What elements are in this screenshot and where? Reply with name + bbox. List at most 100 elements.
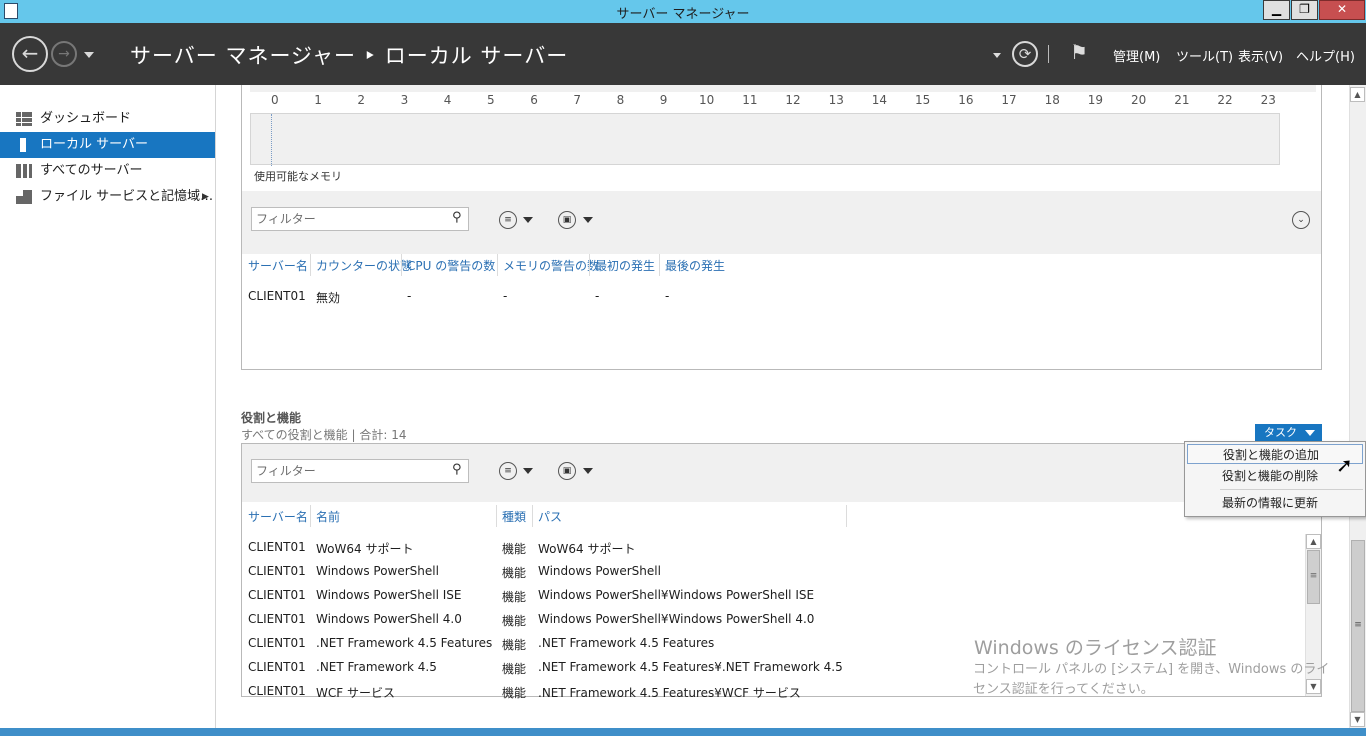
notifications-flag-icon[interactable]: ⚑: [1070, 40, 1088, 64]
hour-tick-label: 14: [871, 93, 888, 107]
column-header[interactable]: サーバー名: [248, 508, 308, 525]
hour-tick-label: 12: [785, 93, 801, 107]
scroll-thumb[interactable]: ≡: [1307, 550, 1320, 604]
collapse-icon[interactable]: ⌄: [1292, 211, 1310, 229]
scroll-up-icon[interactable]: ▲: [1306, 534, 1321, 549]
title-bar: サーバー マネージャー ▁ ❐ ✕: [0, 0, 1366, 23]
close-button[interactable]: ✕: [1319, 0, 1365, 20]
scroll-down-icon[interactable]: ▼: [1350, 712, 1365, 727]
column-header[interactable]: サーバー名: [248, 257, 308, 274]
table-cell: CLIENT01: [248, 289, 306, 303]
memory-label: 使用可能なメモリ: [254, 170, 342, 183]
column-header[interactable]: CPU の警告の数: [407, 257, 495, 274]
hour-tick-label: 2: [357, 93, 366, 107]
minimize-button[interactable]: ▁: [1263, 0, 1290, 20]
forward-icon[interactable]: →: [51, 41, 77, 67]
menu-manage[interactable]: 管理(M): [1113, 46, 1160, 65]
activation-watermark-line1: コントロール パネルの [システム] を開き、Windows のライ: [973, 662, 1330, 677]
table-row[interactable]: CLIENT01 Windows PowerShell 4.0 機能 Windows …: [242, 612, 1302, 632]
table-row[interactable]: CLIENT01 Windows PowerShell ISE 機能 Windows …: [242, 588, 1302, 608]
save-query-icon[interactable]: ▣: [558, 462, 576, 480]
table-cell: Windows PowerShell¥Windows PowerShell 4.…: [538, 612, 815, 626]
taskbar: [0, 728, 1366, 736]
table-cell: -: [595, 289, 600, 303]
search-icon[interactable]: ⚲: [452, 462, 462, 477]
expand-arrow-icon[interactable]: ▶: [202, 184, 209, 210]
refresh-icon[interactable]: ⟳: [1012, 41, 1038, 67]
hour-tick-label: 16: [958, 93, 974, 107]
column-header[interactable]: 名前: [316, 508, 340, 525]
tasks-dropdown-icon: [1305, 430, 1315, 436]
table-cell: Windows PowerShell 4.0: [316, 612, 462, 626]
column-header[interactable]: カウンターの状態: [316, 257, 412, 274]
table-cell: 機能: [502, 542, 527, 556]
menu-view[interactable]: 表示(V): [1238, 46, 1283, 65]
hour-tick-label: 22: [1217, 93, 1233, 107]
table-cell: .NET Framework 4.5 Features¥.NET Framewo…: [538, 660, 843, 674]
column-separator: [497, 254, 498, 276]
maximize-button[interactable]: ❐: [1291, 0, 1318, 20]
menu-tools[interactable]: ツール(T): [1176, 46, 1233, 65]
hour-tick-label: 11: [742, 93, 758, 107]
menu-item-refresh[interactable]: 最新の情報に更新: [1187, 493, 1363, 513]
table-row[interactable]: CLIENT01 WoW64 サポート 機能 WoW64 サポート: [242, 540, 1302, 560]
save-query-dropdown-icon[interactable]: [583, 468, 593, 474]
window-title: サーバー マネージャー: [616, 7, 750, 22]
refresh-dropdown-icon[interactable]: [993, 53, 1001, 58]
column-separator: [846, 505, 847, 527]
save-query-icon[interactable]: ▣: [558, 211, 576, 229]
sidebar-item-file-services[interactable]: ファイル サービスと記憶域… ▶: [0, 184, 215, 210]
column-separator: [310, 505, 311, 527]
performance-filter-input[interactable]: フィルター: [251, 207, 469, 231]
table-cell: 機能: [502, 590, 527, 604]
hour-tick-label: 6: [530, 93, 538, 107]
column-header[interactable]: パス: [538, 508, 562, 525]
column-header[interactable]: 最後の発生: [665, 257, 725, 274]
sidebar-item-local-server[interactable]: ローカル サーバー: [0, 132, 215, 158]
column-separator: [401, 254, 402, 276]
hour-tick-label: 17: [1001, 93, 1017, 107]
main-scrollbar[interactable]: ▲ ≡ ▼: [1349, 85, 1366, 728]
table-cell: -: [665, 289, 670, 303]
list-options-dropdown-icon[interactable]: [523, 468, 533, 474]
table-cell: 機能: [502, 686, 527, 700]
hour-tick-label: 10: [699, 93, 715, 107]
table-cell: CLIENT01: [248, 564, 306, 578]
sidebar-item-label: すべてのサーバー: [40, 163, 143, 178]
hour-tick-label: 20: [1131, 93, 1147, 107]
table-cell: CLIENT01: [248, 660, 306, 674]
hour-tick-label: 7: [573, 93, 582, 107]
column-separator: [659, 254, 660, 276]
hour-tick-label: 21: [1174, 93, 1190, 107]
scroll-down-icon[interactable]: ▼: [1306, 679, 1321, 694]
list-options-icon[interactable]: ≡: [499, 462, 517, 480]
sidebar-item-dashboard[interactable]: ダッシュボード: [0, 106, 215, 132]
column-separator: [496, 505, 497, 527]
column-header[interactable]: メモリの警告の数: [503, 257, 599, 274]
breadcrumb: サーバー マネージャー ‣ ローカル サーバー: [130, 44, 569, 68]
file-services-icon: [16, 190, 32, 204]
column-header[interactable]: 最初の発生: [595, 257, 655, 274]
search-icon[interactable]: ⚲: [452, 210, 462, 225]
hour-tick-label: 18: [1044, 93, 1060, 107]
list-options-icon[interactable]: ≡: [499, 211, 517, 229]
save-query-dropdown-icon[interactable]: [583, 217, 593, 223]
table-row[interactable]: CLIENT01 Windows PowerShell 機能 Windows Powe…: [242, 564, 1302, 584]
list-options-dropdown-icon[interactable]: [523, 217, 533, 223]
scroll-thumb[interactable]: ≡: [1351, 540, 1365, 712]
scroll-up-icon[interactable]: ▲: [1350, 87, 1365, 102]
column-separator: [589, 254, 590, 276]
column-header[interactable]: 種類: [502, 508, 526, 525]
hour-tick-label: 15: [915, 93, 931, 107]
roles-filter-input[interactable]: フィルター: [251, 459, 469, 483]
history-dropdown-icon[interactable]: [84, 52, 94, 58]
tasks-button[interactable]: タスク: [1255, 424, 1322, 441]
table-cell: CLIENT01: [248, 540, 306, 554]
hour-tick-label: 13: [828, 93, 844, 107]
table-cell: Windows PowerShell¥Windows PowerShell IS…: [538, 588, 815, 602]
sidebar-item-all-servers[interactable]: すべてのサーバー: [0, 158, 215, 184]
table-cell: .NET Framework 4.5 Features: [316, 636, 493, 650]
menu-help[interactable]: ヘルプ(H): [1296, 46, 1355, 65]
hour-tick-label: 8: [616, 93, 625, 107]
back-icon[interactable]: ←: [12, 36, 48, 72]
